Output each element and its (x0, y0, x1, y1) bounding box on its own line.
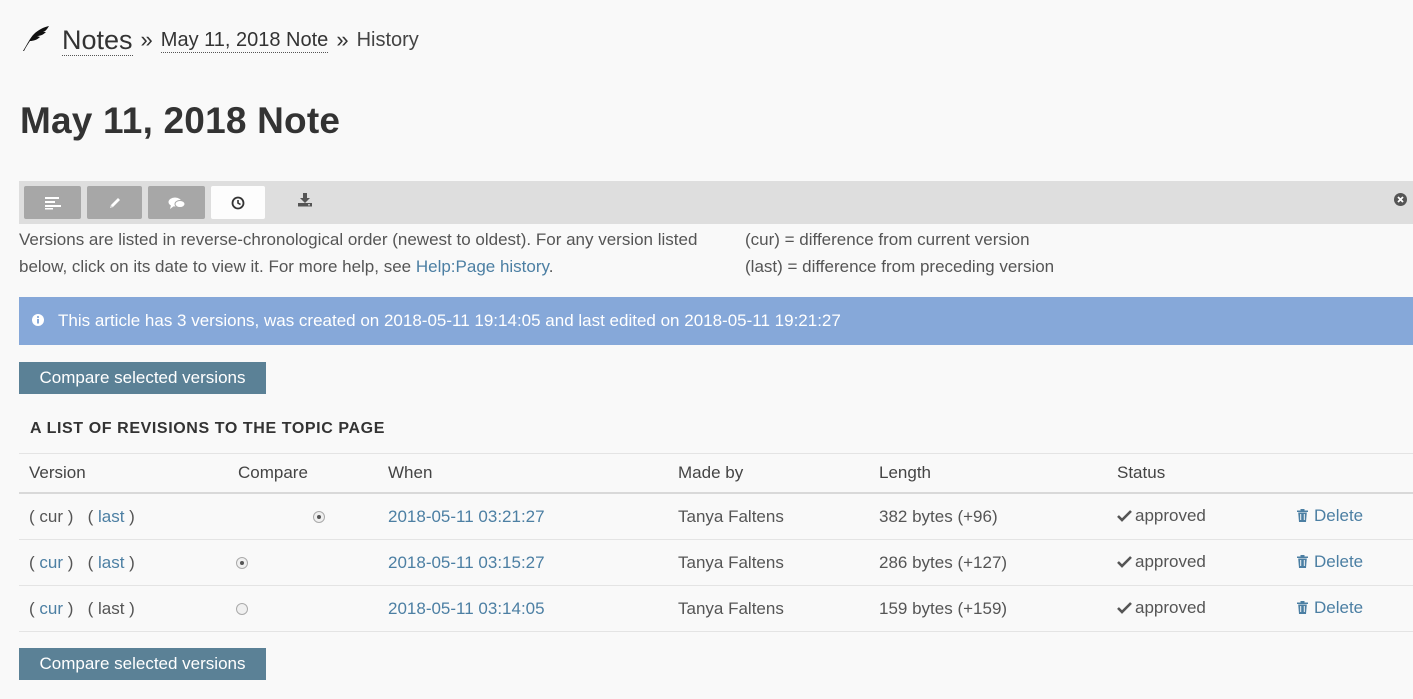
header-status: Status (1117, 453, 1297, 494)
made-by-cell: Tanya Faltens (678, 493, 879, 540)
table-caption: A LIST OF REVISIONS TO THE TOPIC PAGE (30, 420, 385, 437)
length-cell: 286 bytes (+127) (879, 539, 1117, 586)
check-icon (1117, 553, 1132, 573)
status-cell: approved (1117, 585, 1297, 632)
compare-cell (228, 585, 388, 632)
length-cell: 382 bytes (+96) (879, 493, 1117, 540)
compare-radio-new[interactable] (313, 511, 325, 524)
actions-cell: Delete (1297, 585, 1413, 632)
length-cell: 159 bytes (+159) (879, 585, 1117, 632)
edit-button[interactable] (87, 186, 142, 219)
cur-label: cur (39, 506, 64, 526)
comments-button[interactable] (148, 186, 205, 219)
compare-radio-old[interactable] (236, 603, 248, 616)
history-clock-icon (231, 196, 245, 210)
cur-legend: (cur) = difference from current version (745, 230, 1030, 249)
status-cell: approved (1117, 539, 1297, 586)
compare-radio-old[interactable] (236, 557, 248, 570)
table-row: ( cur ) ( last ) 2018-05-11 03:14:05 Tan… (19, 585, 1413, 632)
header-actions (1297, 453, 1413, 494)
compare-selected-button-top[interactable]: Compare selected versions (19, 362, 266, 394)
table-row: ( cur ) ( last ) 2018-05-11 03:21:27 Tan… (19, 493, 1413, 540)
actions-cell: Delete (1297, 493, 1413, 540)
breadcrumb-current: History (356, 29, 419, 51)
status-label: approved (1135, 506, 1206, 526)
last-diff-link[interactable]: last (98, 507, 124, 526)
breadcrumb-note-link[interactable]: May 11, 2018 Note (160, 28, 329, 53)
header-made-by: Made by (678, 453, 879, 494)
info-alert: This article has 3 versions, was created… (19, 297, 1413, 345)
header-when: When (388, 453, 678, 494)
last-diff-link[interactable]: last (98, 553, 124, 572)
page-title: May 11, 2018 Note (20, 100, 341, 141)
breadcrumb-notes-link[interactable]: Notes (62, 25, 133, 56)
delete-label: Delete (1314, 598, 1364, 618)
compare-selected-button-bottom[interactable]: Compare selected versions (19, 648, 266, 680)
help-text-end: . (548, 257, 554, 276)
status-label: approved (1135, 598, 1206, 618)
trash-icon (1297, 507, 1308, 527)
breadcrumb-separator: » (140, 27, 153, 52)
close-icon[interactable] (1394, 193, 1407, 211)
alert-text: This article has 3 versions, was created… (58, 311, 841, 330)
header-length: Length (879, 453, 1117, 494)
status-cell: approved (1117, 493, 1297, 540)
table-header-row: Version Compare When Made by Length Stat… (19, 453, 1413, 494)
edit-pencil-icon (108, 196, 122, 210)
table-row: ( cur ) ( last ) 2018-05-11 03:15:27 Tan… (19, 539, 1413, 586)
comments-icon (168, 196, 186, 210)
breadcrumb-separator: » (336, 27, 349, 52)
diff-legend: (cur) = difference from current version … (745, 226, 1054, 280)
delete-label: Delete (1314, 552, 1364, 572)
made-by-cell: Tanya Faltens (678, 585, 879, 632)
revision-date-link[interactable]: 2018-05-11 03:21:27 (388, 507, 545, 526)
actions-cell: Delete (1297, 539, 1413, 586)
compare-cell (228, 493, 388, 540)
made-by-cell: Tanya Faltens (678, 539, 879, 586)
header-version: Version (19, 453, 228, 494)
last-label: last (97, 598, 125, 618)
info-icon (32, 311, 44, 331)
cur-diff-link[interactable]: cur (39, 599, 63, 618)
view-button[interactable] (24, 186, 81, 219)
revision-date-link[interactable]: 2018-05-11 03:15:27 (388, 553, 545, 572)
trash-icon (1297, 553, 1308, 573)
check-icon (1117, 507, 1132, 527)
history-button[interactable] (211, 186, 265, 219)
revisions-table: Version Compare When Made by Length Stat… (19, 453, 1413, 632)
delete-button[interactable]: Delete (1297, 598, 1363, 617)
revision-date-link[interactable]: 2018-05-11 03:14:05 (388, 599, 545, 618)
view-icon (44, 196, 61, 210)
version-cell: ( cur ) ( last ) (19, 493, 228, 540)
last-legend: (last) = difference from preceding versi… (745, 257, 1055, 276)
help-text: Versions are listed in reverse-chronolog… (19, 230, 698, 276)
compare-cell (228, 539, 388, 586)
page-toolbar (19, 181, 1413, 224)
trash-icon (1297, 599, 1308, 619)
breadcrumb: Notes » May 11, 2018 Note » History (20, 22, 419, 58)
header-compare: Compare (228, 453, 388, 494)
help-page-history-link[interactable]: Help:Page history (416, 257, 549, 276)
history-help-text: Versions are listed in reverse-chronolog… (19, 226, 719, 280)
download-icon[interactable] (297, 192, 313, 207)
delete-label: Delete (1314, 506, 1364, 526)
cur-diff-link[interactable]: cur (39, 553, 63, 572)
delete-button[interactable]: Delete (1297, 552, 1363, 571)
version-cell: ( cur ) ( last ) (19, 585, 228, 632)
feather-logo-icon[interactable] (20, 23, 62, 58)
delete-button[interactable]: Delete (1297, 506, 1363, 525)
status-label: approved (1135, 552, 1206, 572)
version-cell: ( cur ) ( last ) (19, 539, 228, 586)
check-icon (1117, 599, 1132, 619)
